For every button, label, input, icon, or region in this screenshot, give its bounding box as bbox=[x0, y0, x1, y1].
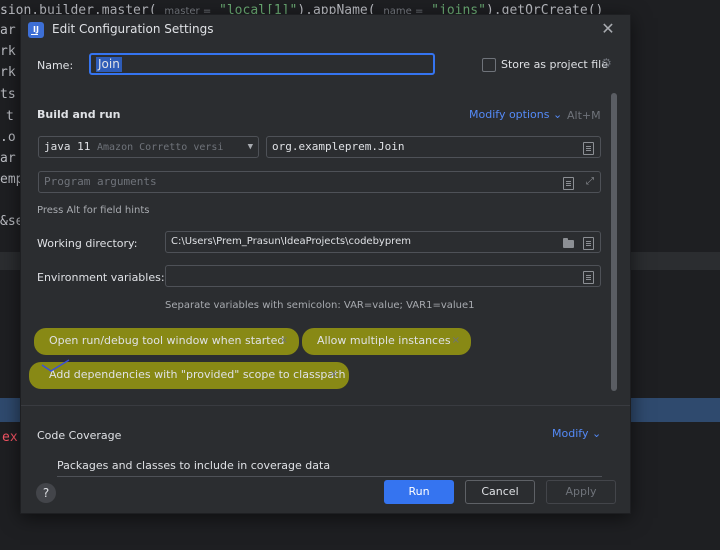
code-line: rk bbox=[0, 44, 16, 59]
remove-option-icon[interactable]: × bbox=[330, 364, 338, 386]
document-icon[interactable] bbox=[563, 177, 574, 190]
jdk-value: java 11 bbox=[44, 140, 91, 153]
cancel-button[interactable]: Cancel bbox=[465, 480, 535, 504]
error-text: ex bbox=[2, 430, 18, 445]
jdk-detail: Amazon Corretto versi bbox=[96, 142, 224, 153]
coverage-modify-link[interactable]: Modify ⌄ bbox=[552, 427, 601, 440]
code-line: rk bbox=[0, 65, 16, 80]
code-line: ar bbox=[0, 23, 16, 38]
code-line: ar bbox=[0, 151, 16, 166]
environment-variables-input[interactable] bbox=[165, 265, 601, 287]
dialog-title: Edit Configuration Settings bbox=[52, 22, 214, 36]
option-tag-label: Allow multiple instances bbox=[317, 334, 451, 347]
store-as-project-file-label: Store as project file bbox=[501, 58, 608, 71]
environment-variables-label: Environment variables: bbox=[37, 271, 165, 284]
environment-variables-hint: Separate variables with semicolon: VAR=v… bbox=[165, 300, 475, 311]
option-tag-allow-multiple-instances[interactable]: Allow multiple instances × bbox=[307, 330, 467, 352]
chevron-down-icon: ⌄ bbox=[591, 427, 602, 440]
working-directory-value: C:\Users\Prem_Prasun\IdeaProjects\codeby… bbox=[171, 236, 411, 247]
run-button[interactable]: Run bbox=[384, 480, 454, 504]
code-line: ts bbox=[0, 87, 16, 102]
packages-label: Packages and classes to include in cover… bbox=[57, 459, 331, 472]
checkmark-annotation bbox=[41, 359, 70, 372]
main-class-field[interactable]: org.exampleprem.Join bbox=[266, 136, 601, 158]
name-label: Name: bbox=[37, 59, 74, 72]
option-tag-provided-scope[interactable]: Add dependencies with "provided" scope t… bbox=[39, 364, 345, 386]
working-directory-input[interactable]: C:\Users\Prem_Prasun\IdeaProjects\codeby… bbox=[165, 231, 601, 253]
remove-option-icon[interactable]: × bbox=[280, 330, 288, 352]
apply-button[interactable]: Apply bbox=[546, 480, 616, 504]
intellij-icon: IJ bbox=[28, 22, 44, 38]
expand-icon[interactable]: ⤢ bbox=[586, 172, 594, 192]
build-and-run-title: Build and run bbox=[37, 108, 121, 121]
packages-divider bbox=[57, 476, 602, 477]
working-directory-label: Working directory: bbox=[37, 237, 138, 250]
section-divider bbox=[21, 405, 630, 406]
help-icon[interactable]: ? bbox=[36, 483, 56, 503]
modify-options-link[interactable]: Modify options ⌄ bbox=[469, 108, 562, 121]
remove-option-icon[interactable]: × bbox=[452, 330, 460, 352]
code-line: t bbox=[6, 109, 14, 124]
dropdown-arrow-icon: ▼ bbox=[244, 137, 253, 157]
jdk-select[interactable]: java 11 Amazon Corretto versi ▼ bbox=[38, 136, 259, 158]
modify-options-shortcut: Alt+M bbox=[567, 109, 601, 122]
field-hint-text: Press Alt for field hints bbox=[37, 205, 150, 216]
chevron-down-icon: ⌄ bbox=[552, 108, 563, 121]
vertical-scrollbar[interactable] bbox=[611, 93, 617, 391]
code-coverage-title: Code Coverage bbox=[37, 429, 122, 442]
close-icon[interactable]: ✕ bbox=[597, 18, 619, 40]
browse-file-icon[interactable] bbox=[583, 142, 594, 155]
option-tag-label: Open run/debug tool window when started bbox=[49, 334, 285, 347]
gear-icon[interactable]: ⚙ bbox=[601, 56, 612, 70]
program-arguments-input[interactable]: Program arguments ⤢ bbox=[38, 171, 601, 193]
document-icon[interactable] bbox=[583, 237, 594, 250]
name-input[interactable]: Join bbox=[89, 53, 435, 75]
program-arguments-placeholder: Program arguments bbox=[44, 175, 157, 188]
code-line: .o bbox=[0, 130, 16, 145]
document-icon[interactable] bbox=[583, 271, 594, 284]
dialog-titlebar[interactable]: IJ Edit Configuration Settings ✕ bbox=[21, 15, 630, 45]
main-class-value: org.exampleprem.Join bbox=[272, 140, 405, 153]
store-as-project-file-checkbox[interactable] bbox=[482, 58, 496, 72]
name-value: Join bbox=[96, 57, 122, 72]
modify-options-label: Modify options bbox=[469, 108, 550, 121]
edit-configuration-dialog: IJ Edit Configuration Settings ✕ Name: J… bbox=[20, 14, 631, 514]
coverage-modify-label: Modify bbox=[552, 427, 589, 440]
option-tag-open-tool-window[interactable]: Open run/debug tool window when started … bbox=[39, 330, 295, 352]
folder-icon[interactable] bbox=[563, 238, 574, 248]
option-tag-label: Add dependencies with "provided" scope t… bbox=[49, 368, 346, 381]
